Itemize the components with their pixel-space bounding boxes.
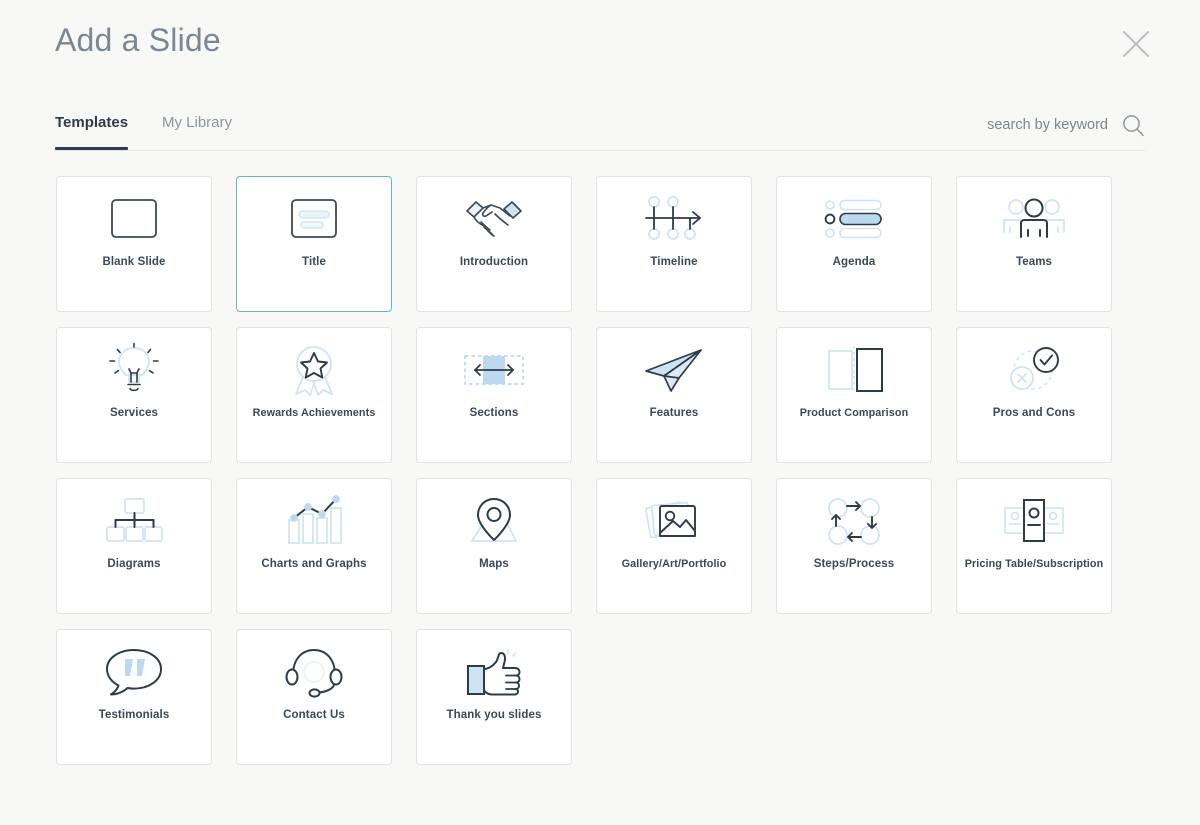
template-card-introduction[interactable]: Introduction xyxy=(416,176,572,312)
process-cycle-icon xyxy=(777,479,931,557)
quote-bubble-icon xyxy=(57,630,211,708)
template-card-label: Testimonials xyxy=(98,709,170,721)
template-card-label: Features xyxy=(649,407,699,419)
template-card-label: Teams xyxy=(1015,256,1053,268)
template-card-agenda[interactable]: Agenda xyxy=(776,176,932,312)
check-x-circles-icon xyxy=(957,328,1111,406)
search-icon[interactable] xyxy=(1121,113,1145,137)
tab-bar: Templates My Library xyxy=(0,103,1200,151)
page-title: Add a Slide xyxy=(55,22,221,58)
template-card-title[interactable]: Title xyxy=(236,176,392,312)
template-card-charts-and-graphs[interactable]: Charts and Graphs xyxy=(236,478,392,614)
template-card-testimonials[interactable]: Testimonials xyxy=(56,629,212,765)
tab-my-library[interactable]: My Library xyxy=(162,103,232,150)
close-button[interactable] xyxy=(1118,26,1154,62)
modal-header: Add a Slide xyxy=(0,0,1200,92)
template-card-label: Pricing Table/Subscription xyxy=(964,558,1104,570)
template-card-diagrams[interactable]: Diagrams xyxy=(56,478,212,614)
photo-stack-icon xyxy=(597,479,751,557)
template-card-thank-you-slides[interactable]: Thank you slides xyxy=(416,629,572,765)
template-card-label: Contact Us xyxy=(283,709,345,721)
sections-arrow-icon xyxy=(417,328,571,406)
lightbulb-icon xyxy=(57,328,211,406)
blank-slide-icon xyxy=(57,177,211,255)
template-card-label: Timeline xyxy=(650,256,698,268)
close-icon xyxy=(1123,31,1149,57)
template-card-label: Steps/Process xyxy=(813,558,895,570)
template-card-gallery-art-portfolio[interactable]: Gallery/Art/Portfolio xyxy=(596,478,752,614)
bar-line-chart-icon xyxy=(237,479,391,557)
template-card-teams[interactable]: Teams xyxy=(956,176,1112,312)
template-card-label: Introduction xyxy=(459,256,529,268)
map-pin-icon xyxy=(417,479,571,557)
template-card-blank-slide[interactable]: Blank Slide xyxy=(56,176,212,312)
template-card-label: Rewards Achievements xyxy=(252,407,376,419)
template-grid: Blank Slide Title Introduction Timeline … xyxy=(56,176,1113,765)
template-card-maps[interactable]: Maps xyxy=(416,478,572,614)
org-chart-icon xyxy=(57,479,211,557)
teams-people-icon xyxy=(957,177,1111,255)
template-card-rewards-achievements[interactable]: Rewards Achievements xyxy=(236,327,392,463)
agenda-list-icon xyxy=(777,177,931,255)
compare-panels-icon xyxy=(777,328,931,406)
template-card-label: Blank Slide xyxy=(102,256,166,268)
template-card-label: Maps xyxy=(479,558,509,570)
tab-bar-divider xyxy=(55,150,1145,151)
timeline-icon xyxy=(597,177,751,255)
template-card-contact-us[interactable]: Contact Us xyxy=(236,629,392,765)
title-icon xyxy=(237,177,391,255)
template-card-label: Product Comparison xyxy=(799,407,909,419)
add-slide-modal: Add a Slide Templates My Library search … xyxy=(0,0,1200,825)
template-card-steps-process[interactable]: Steps/Process xyxy=(776,478,932,614)
template-card-label: Sections xyxy=(469,407,519,419)
search-area xyxy=(958,109,1145,141)
handshake-icon xyxy=(417,177,571,255)
thumbs-up-icon xyxy=(417,630,571,708)
template-card-label: Diagrams xyxy=(107,558,161,570)
template-card-sections[interactable]: Sections xyxy=(416,327,572,463)
tab-templates[interactable]: Templates xyxy=(55,103,129,150)
template-card-product-comparison[interactable]: Product Comparison xyxy=(776,327,932,463)
template-card-services[interactable]: Services xyxy=(56,327,212,463)
pricing-cards-icon xyxy=(957,479,1111,557)
template-card-pricing-table-subscription[interactable]: Pricing Table/Subscription xyxy=(956,478,1112,614)
search-input[interactable] xyxy=(958,117,1108,133)
template-card-label: Pros and Cons xyxy=(992,407,1076,419)
headset-icon xyxy=(237,630,391,708)
template-card-label: Services xyxy=(109,407,159,419)
template-card-label: Title xyxy=(302,256,326,268)
award-ribbon-icon xyxy=(237,328,391,406)
template-card-label: Thank you slides xyxy=(446,709,542,721)
template-card-pros-and-cons[interactable]: Pros and Cons xyxy=(956,327,1112,463)
template-card-label: Charts and Graphs xyxy=(261,558,367,570)
template-card-timeline[interactable]: Timeline xyxy=(596,176,752,312)
template-card-label: Agenda xyxy=(832,256,876,268)
paper-plane-icon xyxy=(597,328,751,406)
template-card-label: Gallery/Art/Portfolio xyxy=(621,558,727,570)
template-card-features[interactable]: Features xyxy=(596,327,752,463)
